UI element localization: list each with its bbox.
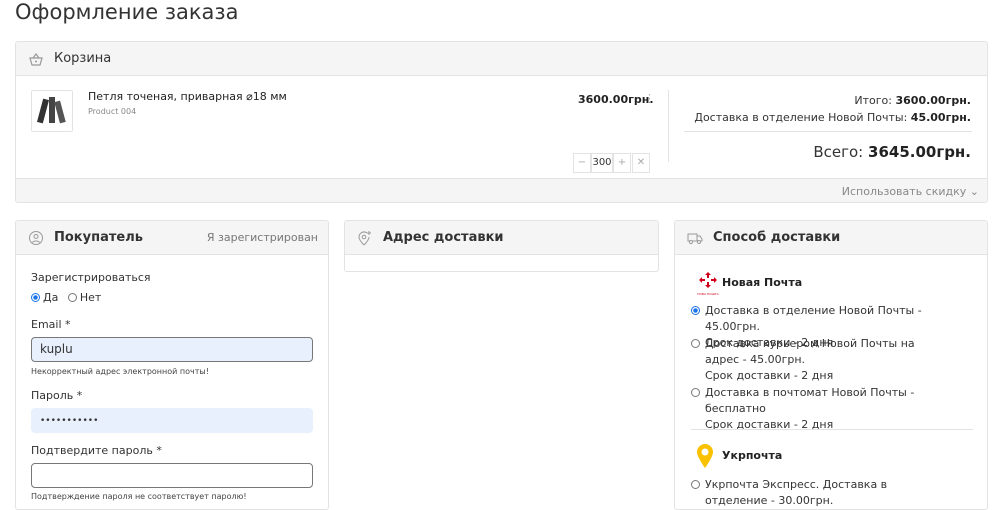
- option-text: Доставка в отделение Новой Почты - 45.00…: [705, 304, 922, 333]
- password-field[interactable]: •••••••••••: [31, 408, 313, 433]
- confirm-password-label: Подтвердите пароль *: [31, 444, 162, 457]
- registered-link[interactable]: Я зарегистрирован: [207, 231, 318, 244]
- radio-no[interactable]: Нет: [67, 291, 102, 304]
- product-image[interactable]: [31, 90, 73, 132]
- delivery-option[interactable]: Доставка в почтомат Новой Почты - беспла…: [691, 385, 961, 433]
- product-sku: Product 004: [88, 107, 137, 116]
- qty-input[interactable]: 300: [591, 153, 613, 173]
- cart-total: Всего: 3645.00грн.: [813, 143, 971, 161]
- divider: [668, 90, 669, 162]
- nova-poshta-logo: НОВА ПОШТА: [693, 271, 723, 296]
- qty-plus-button[interactable]: +: [613, 153, 631, 173]
- truck-icon: [687, 233, 703, 244]
- remove-item-button[interactable]: ✕: [632, 153, 650, 173]
- np-logo-text: НОВА ПОШТА: [697, 292, 719, 296]
- qty-minus-button[interactable]: −: [573, 153, 591, 173]
- radio-yes[interactable]: Да: [31, 291, 58, 304]
- confirm-password-error: Подтверждение пароля не соответствует па…: [31, 492, 247, 501]
- delivery-value: 45.00грн.: [910, 111, 971, 124]
- subtotal-label: Итого:: [854, 94, 892, 107]
- map-pin-plus-icon: [358, 231, 371, 246]
- user-icon: [29, 231, 43, 245]
- delivery-option[interactable]: Укрпочта Экспресс. Доставка в отделение …: [691, 477, 941, 509]
- delivery-option[interactable]: Доставка курьером Новой Почты на адрес -…: [691, 336, 941, 384]
- cart-panel: Корзина Петля точеная, приварная ⌀18 мм …: [15, 41, 988, 203]
- cart-header: Корзина: [16, 42, 987, 76]
- confirm-password-field[interactable]: [31, 463, 313, 488]
- discount-label: Использовать скидку: [841, 185, 967, 198]
- carrier-name: Укрпочта: [722, 449, 783, 462]
- page-title: Оформление заказа: [15, 0, 239, 24]
- subtotal-value: 3600.00грн.: [895, 94, 971, 107]
- carrier-name: Новая Почта: [722, 276, 803, 289]
- password-label: Пароль *: [31, 389, 83, 402]
- email-error: Некорректный адрес электронной почты!: [31, 367, 209, 376]
- basket-icon: [29, 53, 43, 66]
- use-discount-link[interactable]: Использовать скидку ⌄: [842, 185, 979, 198]
- buyer-panel: Покупатель Я зарегистрирован Зарегистрир…: [15, 220, 329, 510]
- register-radios: Да Нет: [31, 291, 101, 304]
- cart-footer: Использовать скидку ⌄: [16, 178, 987, 202]
- cart-title: Корзина: [54, 51, 112, 66]
- option-text: Доставка в почтомат Новой Почты - беспла…: [705, 386, 915, 415]
- buyer-title: Покупатель: [54, 230, 143, 245]
- address-title: Адрес доставки: [383, 230, 504, 245]
- product-name[interactable]: Петля точеная, приварная ⌀18 мм: [88, 90, 287, 103]
- cart-summary: Итого: 3600.00грн. Доставка в отделение …: [694, 92, 971, 126]
- yes-label: Да: [43, 291, 59, 304]
- option-term: Срок доставки - 2 дня: [705, 369, 834, 382]
- delivery-panel: Способ доставки НОВА ПОШТА Новая Почта Д…: [674, 220, 988, 510]
- address-panel: Адрес доставки: [344, 220, 659, 272]
- register-label: Зарегистрироваться: [31, 271, 151, 284]
- product-price: 3600.00грн.: [578, 93, 654, 106]
- no-label: Нет: [79, 291, 102, 304]
- divider: [691, 429, 973, 430]
- total-label: Всего:: [813, 143, 864, 161]
- email-field[interactable]: kuplu: [31, 337, 313, 362]
- delivery-label: Доставка в отделение Новой Почты:: [694, 111, 908, 124]
- ukrposhta-logo: [697, 444, 713, 468]
- option-text: Доставка курьером Новой Почты на адрес -…: [705, 337, 915, 366]
- more-icon[interactable]: ⋮: [644, 92, 655, 105]
- option-text: Укрпочта Экспресс. Доставка в отделение …: [705, 478, 888, 507]
- total-value: 3645.00грн.: [868, 143, 971, 161]
- divider: [684, 131, 972, 132]
- delivery-title: Способ доставки: [713, 230, 841, 245]
- email-label: Email *: [31, 318, 71, 331]
- chevron-down-icon: ⌄: [969, 185, 979, 198]
